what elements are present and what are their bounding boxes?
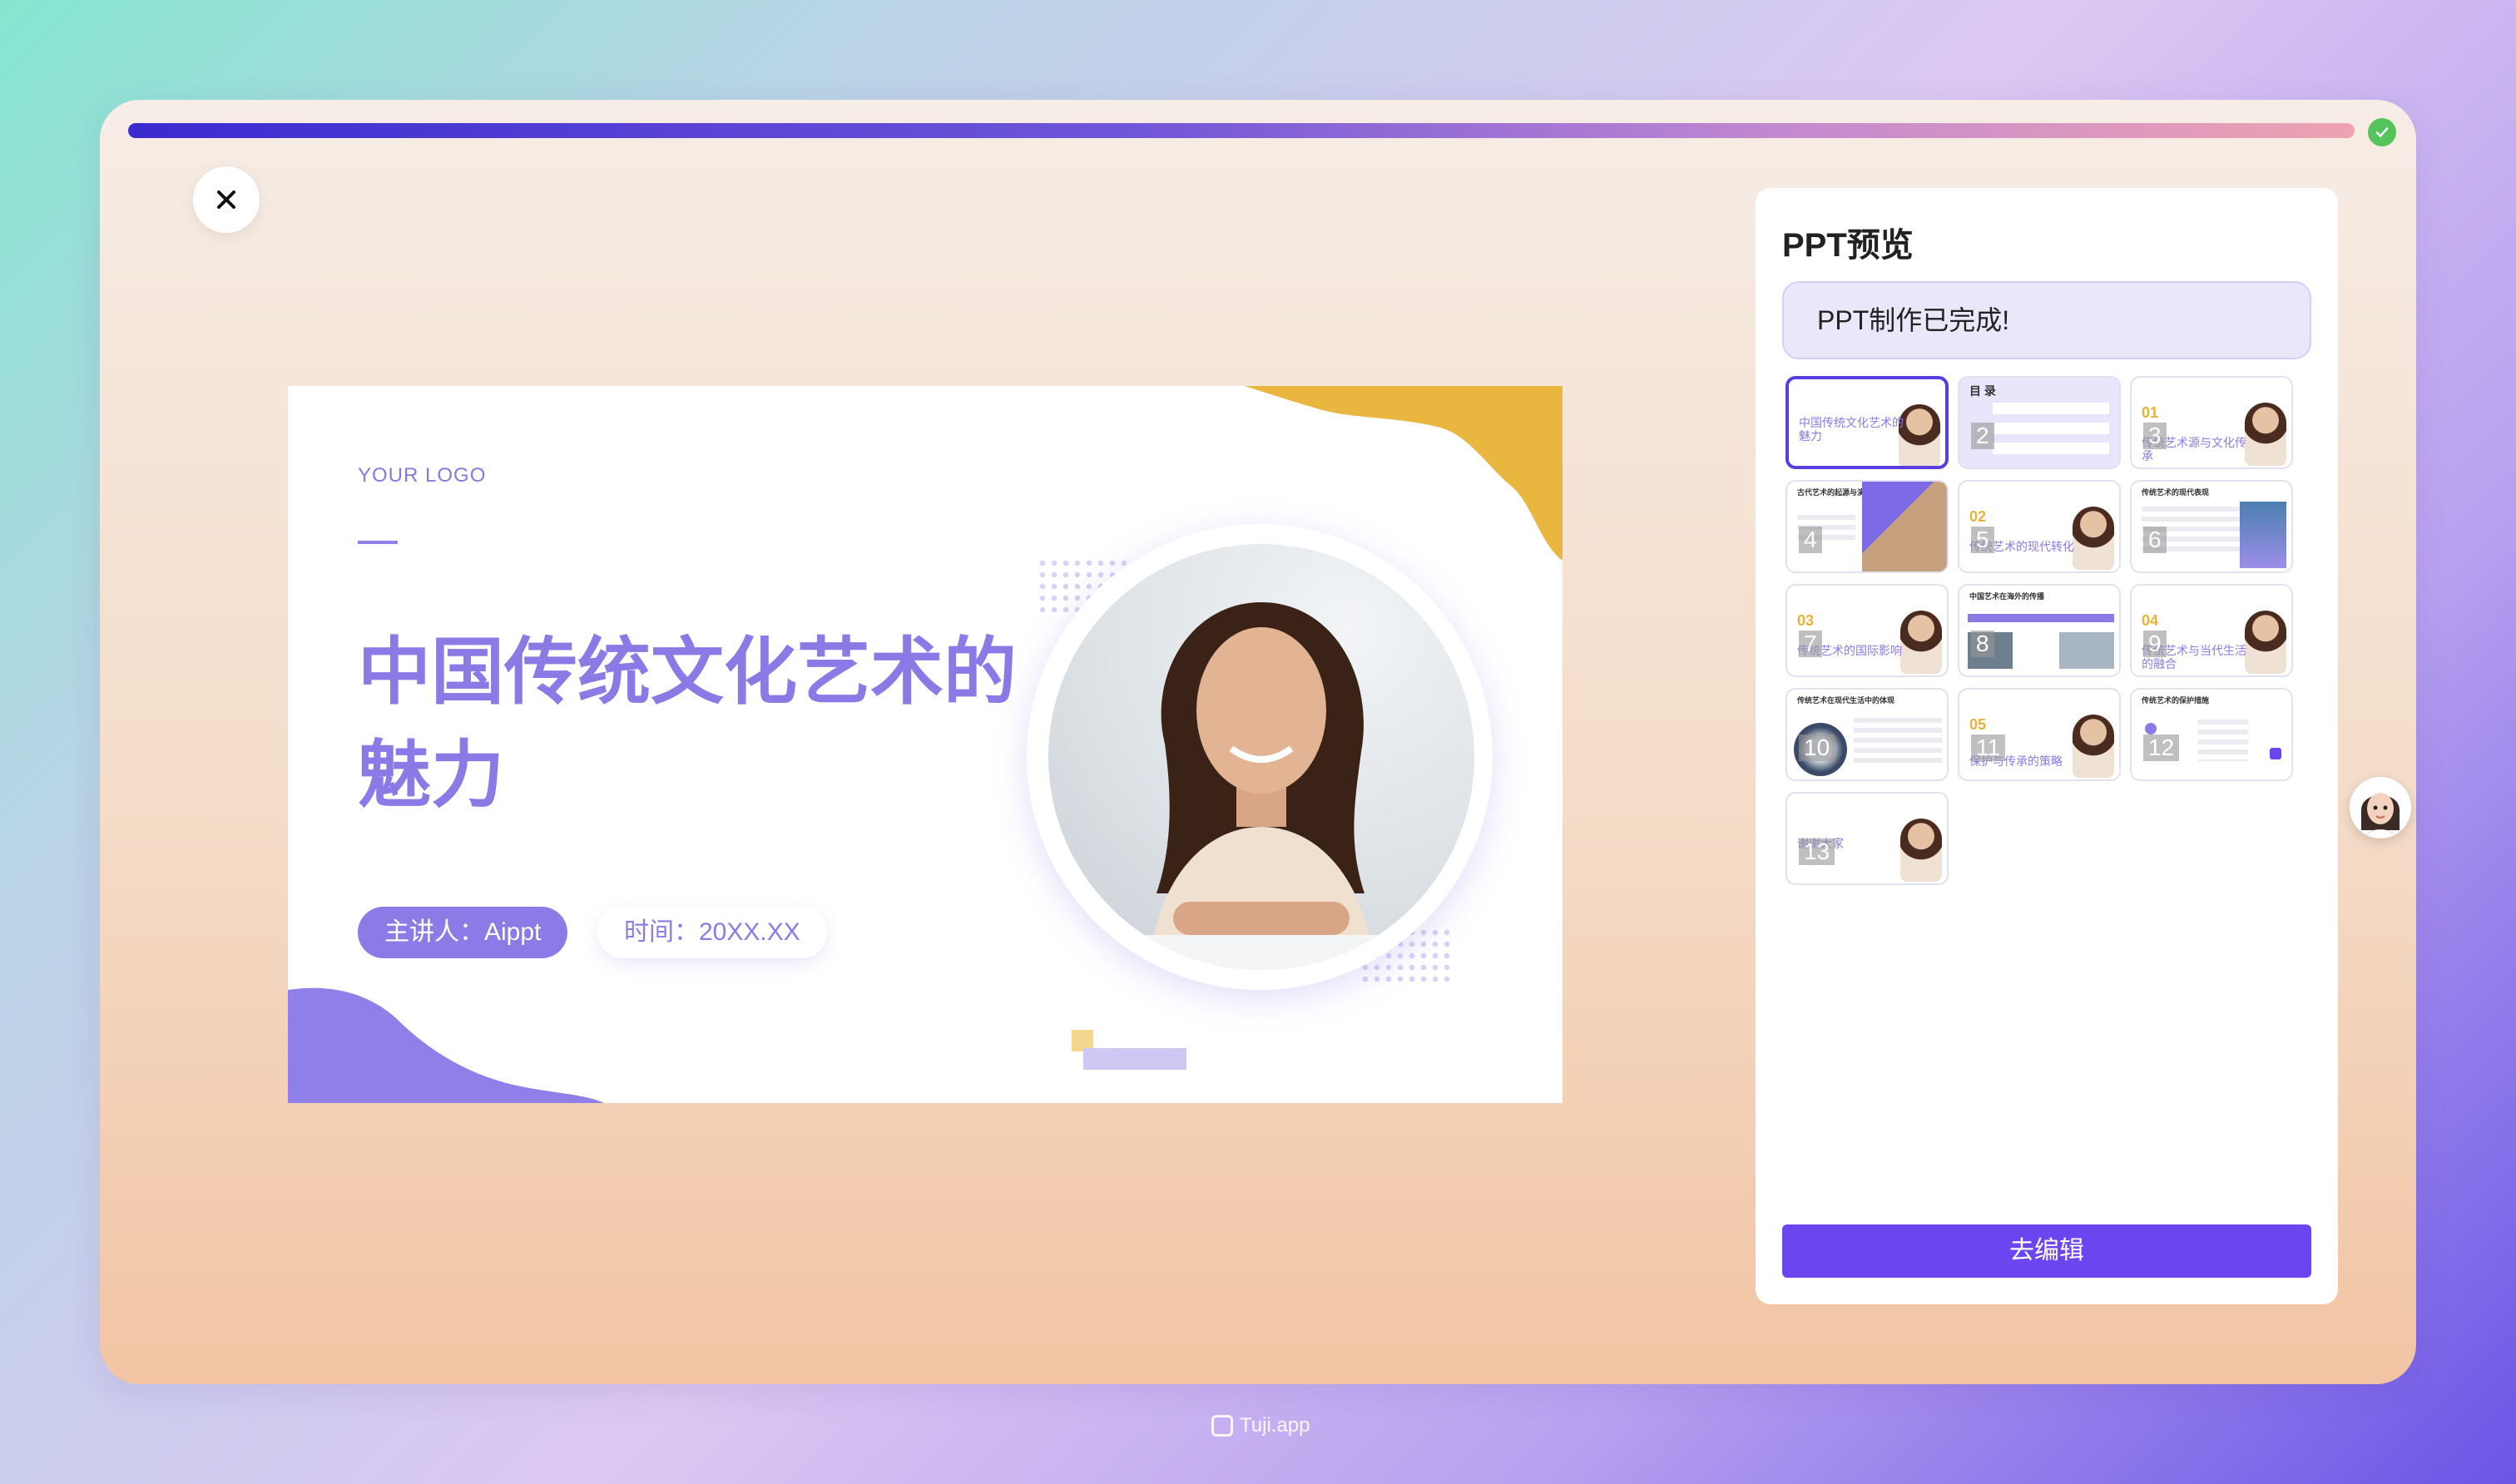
slide-thumbnail-12[interactable]: 传统艺术的保护措施 12 — [2130, 688, 2293, 781]
thumb-photo — [2245, 611, 2286, 674]
thumb-section: 02 — [1969, 508, 1987, 525]
thumb-number: 13 — [1799, 838, 1835, 865]
progress-fill — [128, 123, 2355, 138]
thumb-dot — [2145, 723, 2157, 735]
edit-button[interactable]: 去编辑 — [1782, 1224, 2311, 1278]
slide-thumbnail-5[interactable]: 02 传统艺术的现代转化 5 — [1958, 480, 2121, 573]
slide-thumbnail-2[interactable]: 目 录 2 — [1958, 376, 2121, 469]
thumb-heading: 传统艺术在现代生活中的体现 — [1797, 696, 1895, 705]
slide-thumbnail-10[interactable]: 传统艺术在现代生活中的体现 10 — [1785, 688, 1949, 781]
slide-thumbnail-1[interactable]: 中国传统文化艺术的魅力 — [1785, 376, 1949, 469]
slide-preview: YOUR LOGO 中国传统文化艺术的魅力 主讲人：Aippt 时间：20XX.… — [288, 386, 1563, 1103]
thumb-section: 03 — [1797, 612, 1815, 629]
thumb-photo — [2073, 507, 2114, 570]
thumb-section: 01 — [2142, 404, 2159, 421]
slide-thumbnail-6[interactable]: 传统艺术的现代表现 6 — [2130, 480, 2293, 573]
thumb-number: 3 — [2143, 423, 2167, 449]
date-badge: 时间：20XX.XX — [597, 907, 827, 958]
thumb-image — [1862, 482, 1947, 571]
thumb-photo — [2245, 403, 2286, 466]
thumb-dot — [2270, 748, 2281, 759]
slide-thumbnail-4[interactable]: 古代艺术的起源与演进 4 — [1785, 480, 1949, 573]
assistant-avatar[interactable] — [2350, 777, 2411, 838]
progress-bar — [128, 123, 2355, 138]
thumb-photo — [1900, 819, 1942, 882]
thumb-number: 7 — [1799, 631, 1822, 657]
thumb-number: 11 — [1971, 735, 2006, 761]
thumb-number: 12 — [2143, 735, 2180, 761]
slide-logo: YOUR LOGO — [358, 464, 487, 487]
thumb-number: 10 — [1799, 735, 1835, 761]
preview-panel: PPT预览 PPT制作已完成! 中国传统文化艺术的魅力 目 录 2 01 传统艺… — [1756, 188, 2338, 1304]
slide-thumbnail-8[interactable]: 中国艺术在海外的传播 8 — [1958, 584, 2121, 677]
thumb-bar — [1968, 614, 2114, 622]
slide-title: 中国传统文化艺术的魅力 — [358, 631, 1018, 816]
thumb-heading: 目 录 — [1969, 384, 1996, 398]
close-button[interactable] — [193, 166, 260, 233]
check-icon — [2368, 118, 2396, 146]
thumb-heading: 中国艺术在海外的传播 — [1969, 592, 2045, 601]
status-message: PPT制作已完成! — [1782, 281, 2311, 359]
thumb-image — [2059, 632, 2114, 669]
thumb-text: 中国传统文化艺术的魅力 — [1799, 416, 1904, 443]
slide-thumbnail-11[interactable]: 05 保护与传承的策略 11 — [1958, 688, 2121, 781]
thumb-heading: 古代艺术的起源与演进 — [1797, 488, 1873, 497]
thumb-photo — [1900, 611, 1942, 674]
thumb-heading: 传统艺术的现代表现 — [2142, 488, 2210, 497]
slide-thumbnail-13[interactable]: 谢谢大家 13 — [1785, 792, 1949, 885]
thumb-section: 04 — [2142, 612, 2159, 629]
watermark-text: Tuji.app — [1240, 1414, 1310, 1437]
thumb-lines — [1854, 718, 1942, 768]
thumb-number: 9 — [2143, 631, 2167, 657]
watermark: Tuji.app — [1211, 1414, 1310, 1437]
thumb-photo — [2073, 715, 2114, 778]
thumb-section: 05 — [1969, 716, 1987, 733]
slide-thumbnail-7[interactable]: 03 传统艺术的国际影响 7 — [1785, 584, 1949, 677]
close-icon — [217, 190, 235, 209]
thumb-number: 5 — [1971, 527, 1994, 553]
slide-divider — [358, 541, 398, 544]
thumb-number: 8 — [1971, 631, 1994, 657]
thumbnail-grid: 中国传统文化艺术的魅力 目 录 2 01 传统艺术源与文化传承 3 古代艺术的起… — [1785, 376, 2313, 885]
presenter-photo — [1048, 544, 1474, 970]
thumb-number: 2 — [1971, 423, 1994, 449]
thumb-lines — [2198, 720, 2248, 761]
thumb-lines — [1993, 403, 2109, 461]
thumb-number: 4 — [1799, 527, 1822, 553]
preview-title: PPT预览 — [1782, 227, 1914, 264]
thumb-image — [2240, 502, 2286, 568]
tuji-logo-icon — [1211, 1415, 1233, 1437]
avatar-icon — [2350, 777, 2411, 838]
slide-thumbnail-9[interactable]: 04 传统艺术与当代生活的融合 9 — [2130, 584, 2293, 677]
ppt-generator-window: YOUR LOGO 中国传统文化艺术的魅力 主讲人：Aippt 时间：20XX.… — [100, 100, 2416, 1384]
thumb-heading: 传统艺术的保护措施 — [2142, 696, 2210, 705]
slide-thumbnail-3[interactable]: 01 传统艺术源与文化传承 3 — [2130, 376, 2293, 469]
thumb-number: 6 — [2143, 527, 2167, 553]
presenter-badge: 主讲人：Aippt — [358, 907, 568, 958]
